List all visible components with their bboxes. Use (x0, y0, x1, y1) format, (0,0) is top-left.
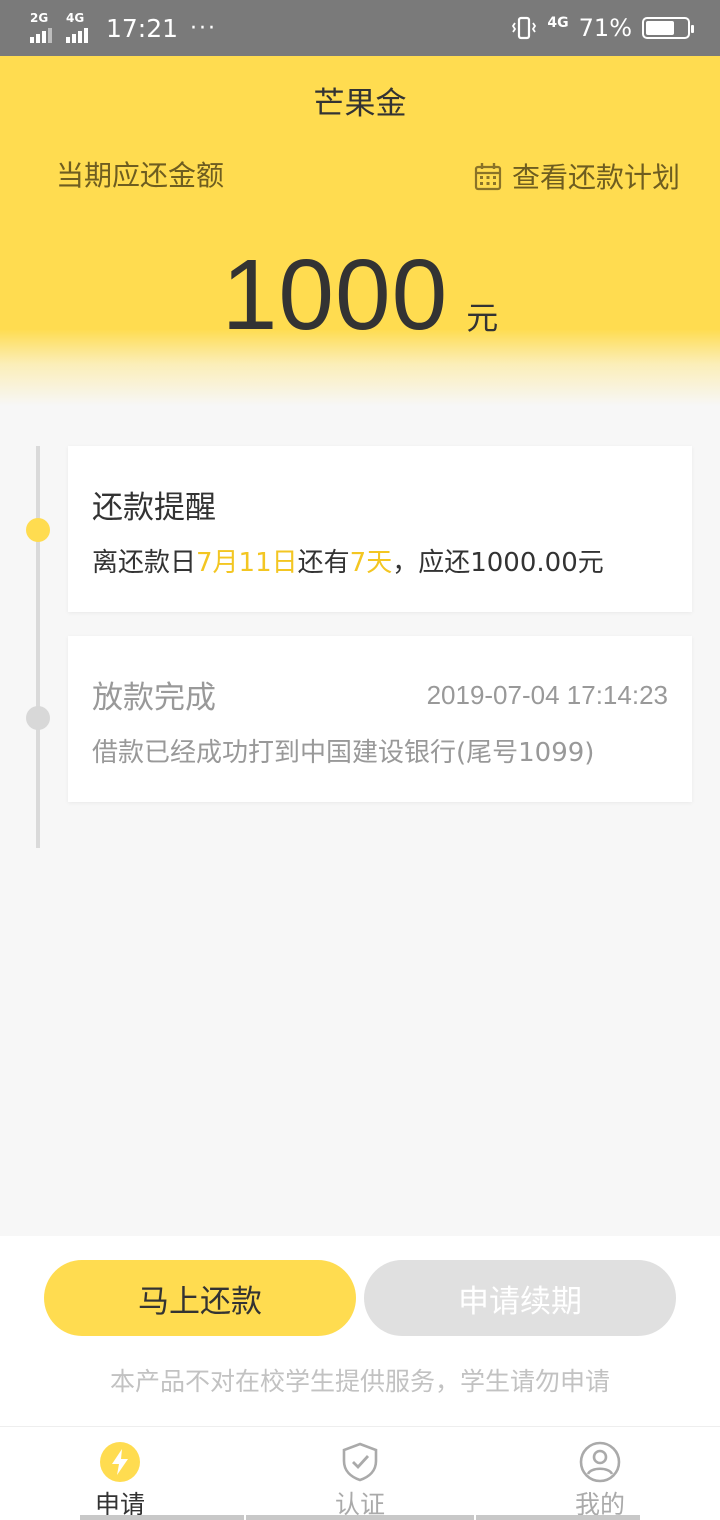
reminder-date: 7月11日 (196, 548, 298, 578)
page-title: 芒果金 (313, 86, 407, 122)
calendar-icon (474, 163, 502, 191)
status-right: 4G 71% (511, 14, 694, 42)
reminder-suffix: ，应还1000.00元 (392, 548, 604, 578)
amount-unit: 元 (466, 299, 499, 337)
timeline-dot-inactive (26, 706, 50, 730)
home-indicator-left (80, 1515, 244, 1520)
reminder-text: 离还款日7月11日还有7天，应还1000.00元 (92, 542, 604, 579)
repayment-reminder-card: 还款提醒 离还款日7月11日还有7天，应还1000.00元 (68, 446, 692, 612)
view-plan-label: 查看还款计划 (511, 161, 680, 194)
timeline-line (36, 446, 40, 848)
loan-completed-card: 放款完成 2019-07-04 17:14:23 借款已经成功打到中国建设银行(… (68, 636, 692, 802)
status-bar: 2G 4G 17:21 ··· 4G 71% (0, 0, 720, 56)
completed-title: 放款完成 (92, 680, 216, 716)
home-indicator-mid (246, 1515, 474, 1520)
reminder-mid: 还有 (297, 548, 350, 578)
apply-renewal-button[interactable]: 申请续期 (364, 1260, 676, 1336)
reminder-title: 还款提醒 (92, 490, 216, 526)
status-time: 17:21 (106, 13, 179, 43)
signal-2g-icon: 2G (30, 11, 52, 43)
completed-time: 2019-07-04 17:14:23 (426, 680, 668, 710)
battery-percent: 71% (578, 14, 632, 42)
home-indicator-right (476, 1515, 640, 1520)
vibrate-icon (512, 16, 537, 40)
shield-check-icon (342, 1442, 378, 1482)
student-notice: 本产品不对在校学生提供服务，学生请勿申请 (109, 1367, 610, 1396)
tab-verify[interactable]: 认证 (300, 1441, 420, 1520)
signal-4g-icon: 4G (66, 11, 88, 43)
more-dots-icon: ··· (190, 15, 218, 41)
action-panel: 马上还款 申请续期 本产品不对在校学生提供服务，学生请勿申请 (0, 1236, 720, 1426)
reminder-days: 7天 (349, 548, 393, 578)
view-plan-link[interactable]: 查看还款计划 (474, 156, 680, 196)
header: 芒果金 当期应还金额 查看还款计划 1000 元 (0, 56, 720, 406)
due-amount: 1000 (221, 239, 449, 351)
amount-row: 1000 元 (0, 238, 720, 353)
signal-2g-label: 2G (30, 11, 49, 25)
reminder-prefix: 离还款日 (92, 548, 197, 578)
due-amount-label: 当期应还金额 (56, 159, 225, 192)
tab-apply[interactable]: 申请 (60, 1441, 180, 1520)
tab-bar: 申请 认证 我的 (0, 1426, 720, 1520)
network-label: 4G (547, 15, 569, 31)
completed-text: 借款已经成功打到中国建设银行(尾号1099) (92, 738, 595, 768)
tab-mine[interactable]: 我的 (540, 1441, 660, 1520)
repay-now-button[interactable]: 马上还款 (44, 1260, 356, 1336)
battery-icon (642, 17, 694, 39)
lightning-icon (100, 1442, 140, 1482)
signal-4g-label: 4G (66, 11, 85, 25)
user-icon (579, 1441, 621, 1483)
timeline-dot-active (26, 518, 50, 542)
